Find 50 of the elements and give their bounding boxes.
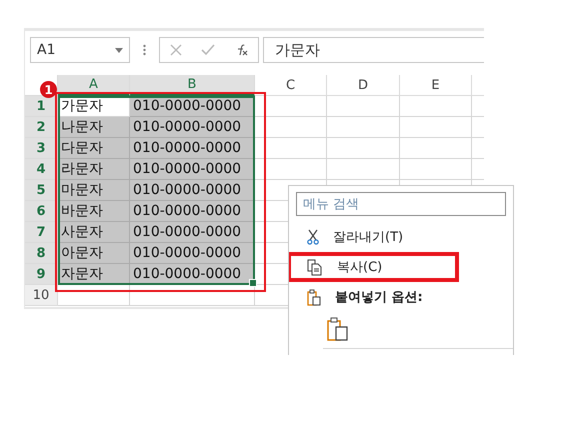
row-header[interactable]: 3	[25, 138, 58, 159]
table-cell	[400, 96, 472, 117]
paste-icon[interactable]	[327, 317, 349, 341]
row-header[interactable]: 9	[25, 264, 58, 285]
table-cell: 라문자	[58, 159, 130, 180]
search-field[interactable]: 메뉴 검색	[296, 192, 506, 216]
table-cell	[400, 138, 472, 159]
table-cell: 사문자	[58, 222, 130, 243]
clipboard-icon	[307, 288, 321, 306]
table-cell	[58, 285, 130, 306]
column-header[interactable]: E	[400, 75, 472, 96]
row-header[interactable]: 4	[25, 159, 58, 180]
more-icon	[143, 44, 146, 56]
table-cell: 다문자	[58, 138, 130, 159]
table-cell: 010-0000-0000	[130, 138, 255, 159]
column-header[interactable]: B	[130, 75, 255, 96]
table-cell: 010-0000-0000	[130, 201, 255, 222]
table-cell: 나문자	[58, 117, 130, 138]
table-cell	[255, 117, 327, 138]
menu-item[interactable]: 잘라내기(T)	[289, 222, 459, 252]
scissors-icon	[307, 229, 319, 245]
table-cell: 마문자	[58, 180, 130, 201]
column-header[interactable]: D	[327, 75, 400, 96]
column-header[interactable]: C	[255, 75, 327, 96]
table-cell: 아문자	[58, 243, 130, 264]
table-cell	[400, 117, 472, 138]
check-icon[interactable]	[200, 44, 215, 56]
menu-item[interactable]: 복사(C)	[289, 252, 459, 282]
dropdown-icon	[115, 48, 123, 52]
row-header[interactable]: 7	[25, 222, 58, 243]
table-cell	[255, 159, 327, 180]
table-cell: 010-0000-0000	[130, 159, 255, 180]
table-cell: 010-0000-0000	[130, 222, 255, 243]
row-header[interactable]: 6	[25, 201, 58, 222]
copy-icon	[307, 258, 323, 276]
column-header[interactable]: A	[58, 75, 130, 96]
table-cell: 010-0000-0000	[130, 243, 255, 264]
row-header[interactable]: 2	[25, 117, 58, 138]
table-cell: 바문자	[58, 201, 130, 222]
table-cell	[255, 96, 327, 117]
table-cell: 010-0000-0000	[130, 180, 255, 201]
formula-field[interactable]: 가문자	[263, 37, 484, 63]
table-cell	[255, 138, 327, 159]
row-header[interactable]: 8	[25, 243, 58, 264]
name-box[interactable]: A1	[30, 37, 130, 63]
table-cell: 010-0000-0000	[130, 117, 255, 138]
row-header[interactable]: 1	[25, 96, 58, 117]
row-header[interactable]: 10	[25, 285, 58, 306]
row-header[interactable]: 5	[25, 180, 58, 201]
menu-heading: 붙여넣기 옵션:	[289, 282, 459, 312]
